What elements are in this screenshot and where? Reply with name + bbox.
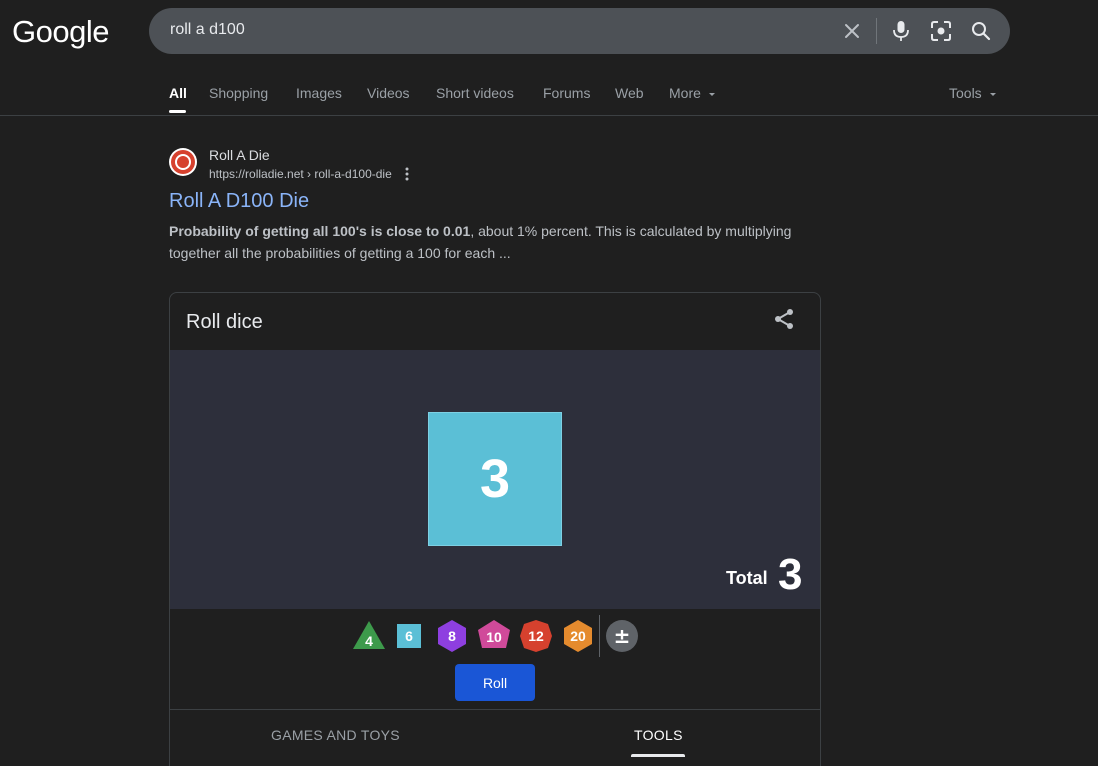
caret-down-icon bbox=[989, 93, 996, 97]
d6-button[interactable]: 6 bbox=[391, 618, 427, 654]
tools-button[interactable]: Tools bbox=[949, 85, 998, 101]
tab-web[interactable]: Web bbox=[615, 85, 644, 101]
plus-minus-icon: ± bbox=[606, 620, 638, 652]
svg-text:±: ± bbox=[614, 624, 631, 648]
tab-games-and-toys[interactable]: GAMES AND TOYS bbox=[271, 727, 400, 743]
d20-button[interactable]: 20 bbox=[560, 618, 596, 654]
share-icon[interactable] bbox=[772, 307, 796, 331]
site-favicon[interactable] bbox=[169, 148, 197, 176]
tab-shopping[interactable]: Shopping bbox=[209, 85, 268, 101]
icosahedron-die-icon: 20 bbox=[564, 620, 592, 652]
search-results-page: Google roll a d100 All Shopping Images V… bbox=[0, 0, 1098, 766]
svg-text:6: 6 bbox=[405, 628, 413, 644]
tab-all[interactable]: All bbox=[169, 85, 187, 101]
tab-videos[interactable]: Videos bbox=[367, 85, 410, 101]
search-icon[interactable] bbox=[969, 19, 993, 43]
total-label: Total bbox=[726, 568, 768, 588]
category-tab-indicator bbox=[631, 754, 685, 757]
triangle-die-icon: 4 bbox=[353, 621, 385, 649]
search-divider bbox=[876, 18, 877, 44]
tab-images[interactable]: Images bbox=[296, 85, 342, 101]
total-value: 3 bbox=[778, 550, 803, 599]
tab-tools[interactable]: TOOLS bbox=[634, 727, 683, 743]
tab-more[interactable]: More bbox=[669, 85, 717, 101]
d10-button[interactable]: 10 bbox=[476, 618, 512, 654]
dodecagon-die-icon: 12 bbox=[520, 620, 552, 652]
google-logo[interactable]: Google bbox=[12, 14, 109, 50]
modifier-button[interactable]: ± bbox=[604, 618, 640, 654]
svg-text:12: 12 bbox=[528, 628, 544, 644]
dice-stage: 3 Total 3 bbox=[170, 350, 820, 609]
search-input[interactable]: roll a d100 bbox=[170, 21, 245, 39]
svg-text:4: 4 bbox=[365, 633, 373, 649]
card-title: Roll dice bbox=[186, 311, 263, 333]
active-tab-indicator bbox=[169, 110, 186, 113]
die-logo-icon bbox=[171, 150, 195, 174]
d12-button[interactable]: 12 bbox=[518, 618, 554, 654]
tools-label: Tools bbox=[949, 85, 982, 101]
more-options-icon[interactable] bbox=[400, 166, 414, 182]
svg-text:20: 20 bbox=[570, 628, 586, 644]
rolled-die[interactable]: 3 bbox=[428, 412, 562, 546]
header-divider bbox=[0, 115, 1098, 116]
card-separator bbox=[170, 709, 820, 710]
snippet-highlight: Probability of getting all 100's is clos… bbox=[169, 223, 471, 239]
camera-lens-icon[interactable] bbox=[929, 19, 953, 43]
hexagon-die-icon: 8 bbox=[438, 620, 466, 652]
search-box[interactable]: roll a d100 bbox=[149, 8, 1010, 54]
result-url[interactable]: https://rolladie.net › roll-a-d100-die bbox=[209, 167, 392, 181]
result-site-name[interactable]: Roll A Die bbox=[209, 147, 270, 163]
dice-divider bbox=[599, 615, 600, 657]
tab-short-videos[interactable]: Short videos bbox=[436, 85, 514, 101]
d4-button[interactable]: 4 bbox=[351, 618, 387, 654]
result-snippet: Probability of getting all 100's is clos… bbox=[169, 220, 809, 264]
square-die-icon: 6 bbox=[397, 624, 421, 648]
microphone-icon[interactable] bbox=[889, 19, 913, 43]
roll-button[interactable]: Roll bbox=[455, 664, 535, 701]
d8-button[interactable]: 8 bbox=[434, 618, 470, 654]
result-title-link[interactable]: Roll A D100 Die bbox=[169, 190, 309, 213]
svg-text:8: 8 bbox=[448, 628, 456, 644]
tab-more-label: More bbox=[669, 85, 701, 101]
svg-text:10: 10 bbox=[486, 629, 502, 645]
close-icon[interactable] bbox=[840, 19, 864, 43]
roll-dice-card: Roll dice 3 Total 3 4 6 8 10 12 20 ± Rol… bbox=[169, 292, 821, 766]
tab-forums[interactable]: Forums bbox=[543, 85, 590, 101]
diamond-die-icon: 10 bbox=[478, 620, 510, 648]
caret-down-icon bbox=[708, 93, 715, 97]
